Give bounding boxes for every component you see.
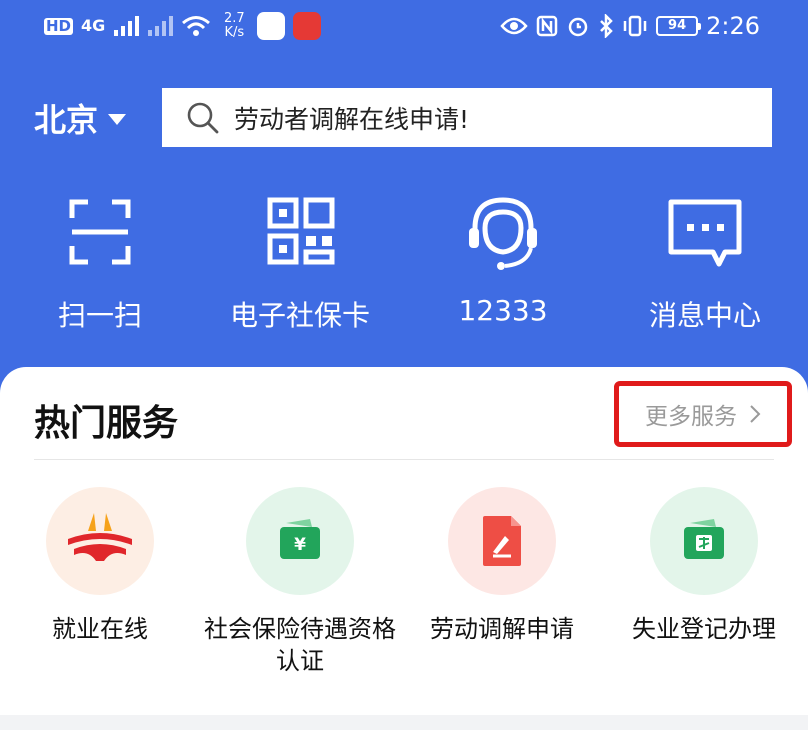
status-bar: HD 4G 2.7 K/s 94 2:26	[0, 0, 808, 52]
search-bar[interactable]: 劳动者调解在线申请!	[162, 88, 772, 147]
app-notification-icon	[257, 12, 286, 40]
service-label: 劳动调解申请	[430, 615, 574, 643]
city-selector[interactable]: 北京	[34, 96, 127, 140]
service-icon-bg	[650, 487, 758, 595]
quick-actions: 扫一扫 电子社保卡 12333 消息中心	[0, 190, 808, 340]
bluetooth-icon	[600, 14, 613, 38]
quick-action-label: 扫一扫	[57, 299, 142, 332]
scan-icon	[69, 199, 131, 265]
search-icon	[187, 102, 219, 133]
signal-strength-icon	[114, 16, 140, 36]
employment-logo-icon	[68, 513, 132, 561]
section-title: 热门服务	[34, 403, 179, 444]
unemployment-wallet-icon	[684, 519, 724, 559]
nfc-icon	[536, 15, 558, 37]
more-services-button[interactable]: 更多服务	[614, 381, 792, 447]
quick-action-scan[interactable]: 扫一扫	[0, 190, 200, 340]
hot-services-card: 热门服务 更多服务 就业在线 ¥ 社会保险待遇资格认证 劳动调解申请 失业登记办…	[0, 367, 808, 730]
svg-text:¥: ¥	[294, 535, 306, 555]
quick-action-label: 消息中心	[648, 299, 761, 332]
quick-action-message-center[interactable]: 消息中心	[605, 190, 805, 340]
vibrate-icon	[623, 15, 647, 37]
quick-action-social-security-card[interactable]: 电子社保卡	[200, 190, 400, 340]
city-name: 北京	[34, 101, 99, 139]
quick-action-label: 电子社保卡	[229, 299, 370, 332]
signal-strength-icon-2	[148, 16, 174, 36]
service-labor-mediation[interactable]: 劳动调解申请	[402, 487, 602, 687]
clock-time: 2:26	[706, 12, 760, 40]
network-speed-value: 2.7	[223, 11, 245, 26]
alarm-icon	[568, 17, 588, 37]
status-bar-right: 94 2:26	[500, 6, 760, 46]
service-insurance-qualification[interactable]: ¥ 社会保险待遇资格认证	[200, 487, 400, 687]
service-icon-bg: ¥	[246, 487, 354, 595]
pen-document-icon	[483, 516, 521, 566]
service-unemployment-registration[interactable]: 失业登记办理	[604, 487, 804, 687]
network-speed: 2.7 K/s	[219, 12, 249, 40]
message-icon	[668, 199, 742, 267]
app-notification-icon-2	[293, 12, 322, 40]
customer-service-headset-icon	[469, 197, 537, 270]
quick-action-hotline[interactable]: 12333	[403, 190, 603, 340]
eye-icon	[500, 17, 528, 35]
service-icon-bg	[46, 487, 154, 595]
network-speed-unit: K/s	[224, 25, 245, 40]
service-label: 失业登记办理	[632, 615, 776, 643]
battery-icon: 94	[656, 16, 702, 36]
quick-action-label: 12333	[458, 294, 548, 327]
chevron-right-icon	[750, 405, 761, 423]
bottom-strip	[0, 715, 808, 730]
service-employment-online[interactable]: 就业在线	[0, 487, 200, 687]
search-input-text: 劳动者调解在线申请!	[234, 104, 470, 134]
service-label: 社会保险待遇资格认证	[204, 615, 396, 675]
more-services-label: 更多服务	[645, 404, 737, 430]
caret-down-icon	[108, 113, 127, 125]
status-bar-left: HD 4G 2.7 K/s	[44, 6, 322, 46]
network-type: 4G	[81, 16, 106, 35]
yuan-wallet-icon: ¥	[280, 519, 320, 559]
divider	[34, 459, 774, 460]
service-icon-bg	[448, 487, 556, 595]
wifi-icon	[182, 16, 211, 36]
hd-indicator: HD	[44, 16, 74, 35]
service-label: 就业在线	[52, 615, 148, 643]
qr-code-icon	[267, 197, 335, 265]
